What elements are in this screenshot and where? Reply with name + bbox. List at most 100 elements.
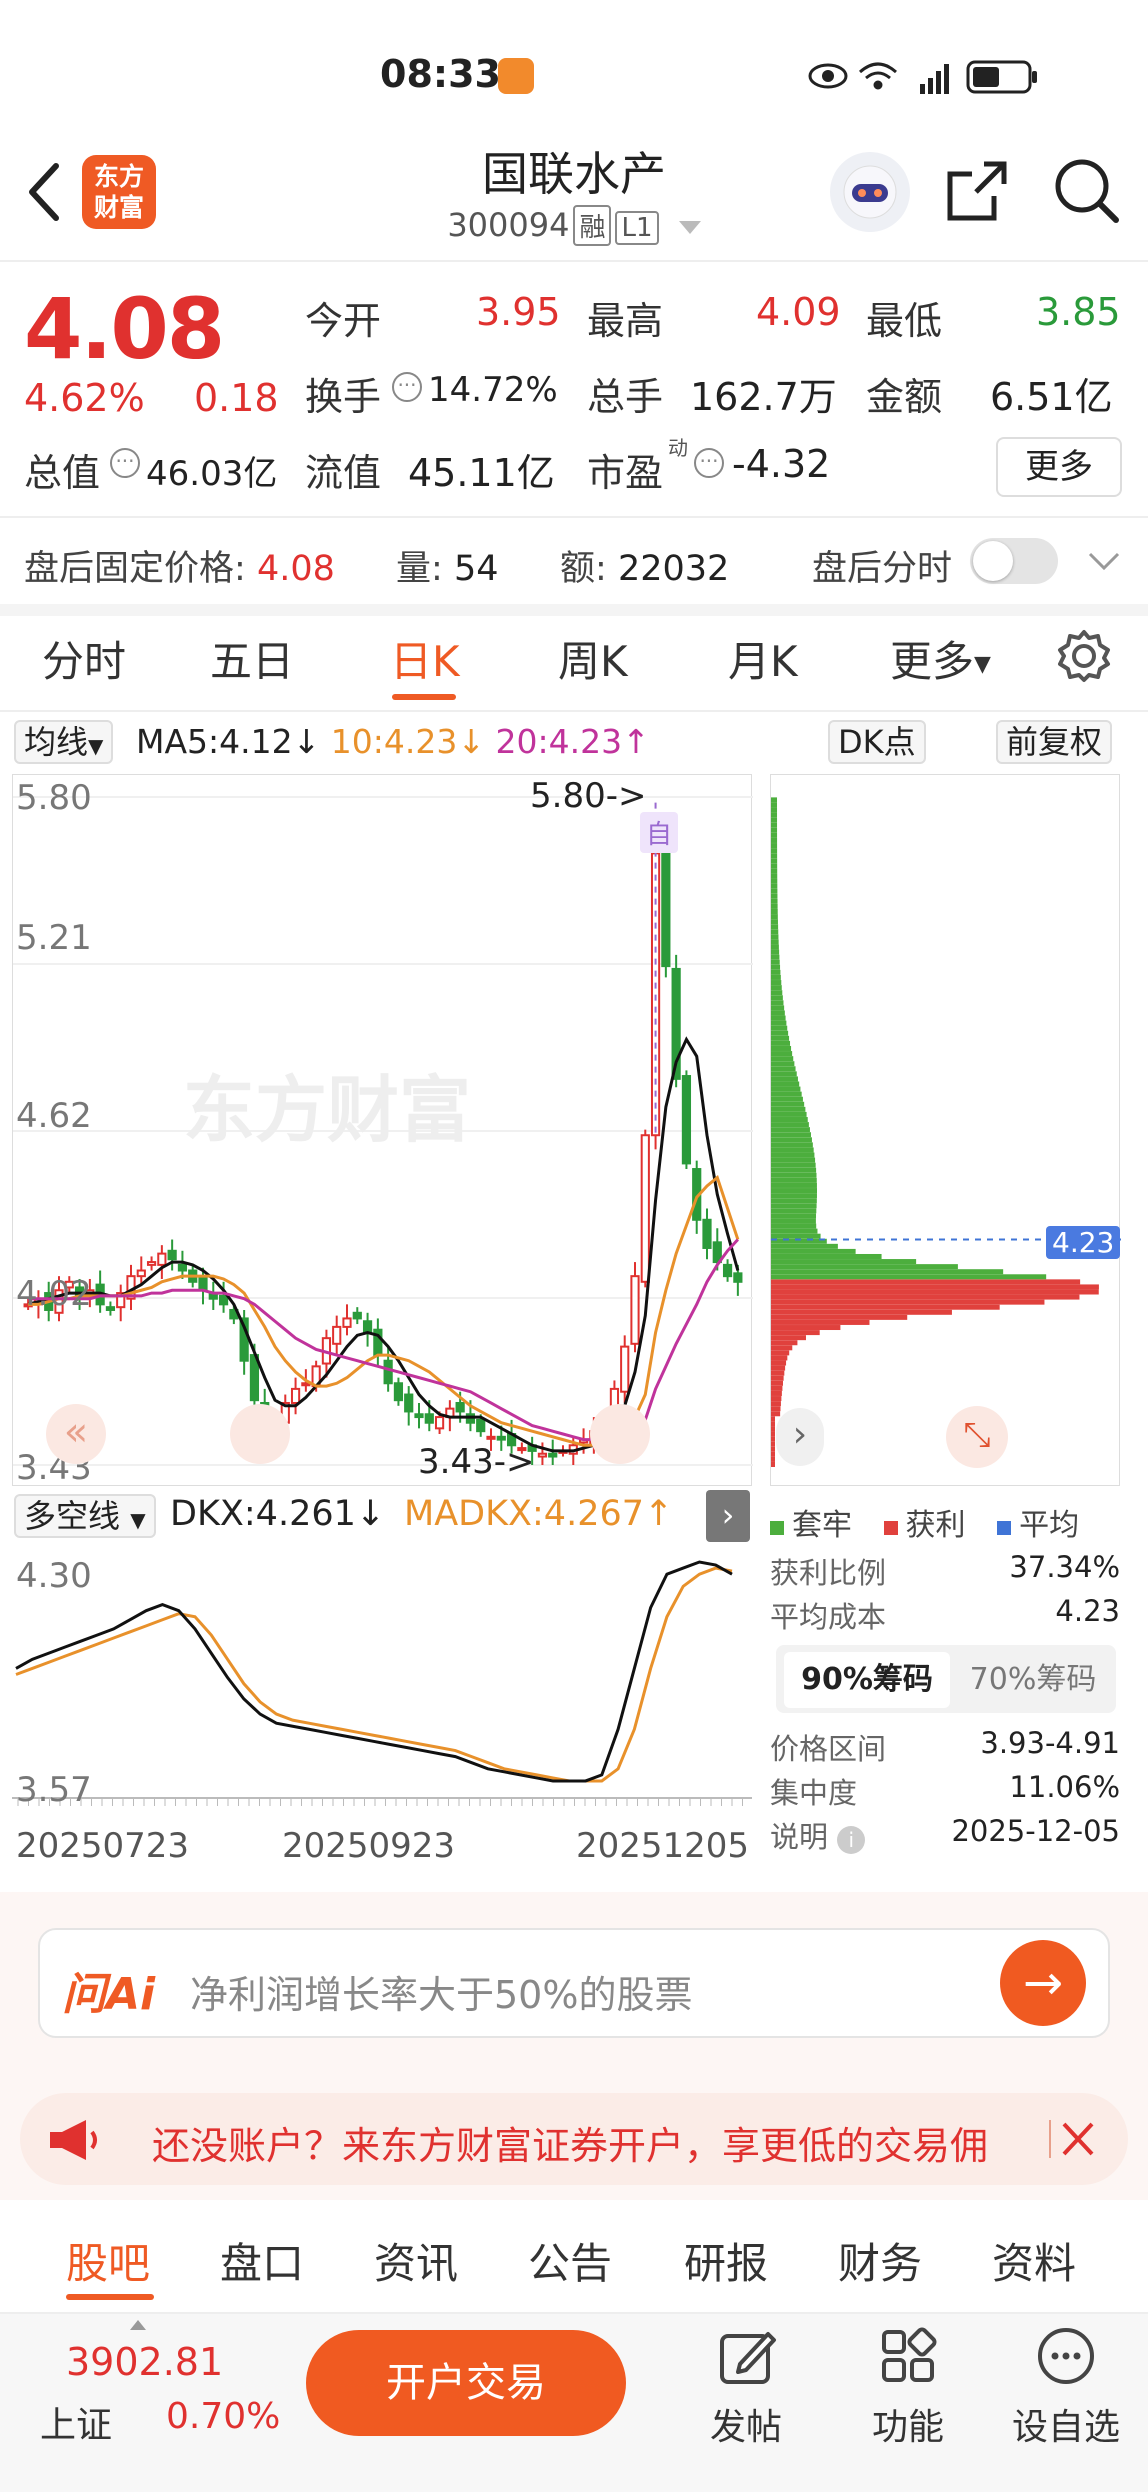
kline-chart[interactable]: 东方财富	[12, 774, 753, 1486]
chip-bar-trapped	[771, 1010, 785, 1016]
min-price-marker: 3.43->	[418, 1442, 535, 1482]
y-tick-3: 4.02	[16, 1274, 92, 1314]
chip-bar-profit	[771, 1385, 783, 1391]
tab-orderbook[interactable]: 盘口	[220, 2230, 304, 2291]
chip-bar-trapped	[771, 1188, 818, 1194]
tab-finance[interactable]: 财务	[838, 2230, 922, 2291]
zoom-in-icon[interactable]	[590, 1404, 650, 1464]
chart-settings-gear-icon[interactable]	[1056, 628, 1112, 688]
scroll-left-icon[interactable]: «	[46, 1404, 106, 1464]
ma20-value: 20:4.23↑	[495, 722, 650, 761]
chip-bar-trapped	[771, 1152, 815, 1158]
tab-intraday[interactable]: 分时	[42, 628, 126, 689]
tab-monthly-k[interactable]: 月K	[728, 628, 798, 689]
last-price: 4.08	[24, 280, 225, 378]
chip-bar-trapped	[771, 868, 778, 874]
chip-bar-trapped	[771, 1228, 818, 1234]
zoom-out-icon[interactable]	[230, 1404, 290, 1464]
search-icon[interactable]	[1052, 156, 1122, 230]
add-watchlist-icon[interactable]	[1036, 2326, 1096, 2390]
index-name[interactable]: 上证	[40, 2396, 112, 2448]
ai-search-placeholder[interactable]: 净利润增长率大于50%的股票	[190, 1964, 692, 2019]
tab-announcements[interactable]: 公告	[528, 2230, 612, 2291]
index-change[interactable]: 0.70%	[166, 2396, 280, 2437]
note-row[interactable]: 说明 i 2025-12-05	[770, 1814, 1120, 1856]
candle-body	[301, 1382, 311, 1387]
chip-bar-trapped	[771, 1177, 817, 1183]
ai-submit-arrow-icon[interactable]: →	[1000, 1940, 1086, 2026]
tab-profile[interactable]: 资料	[992, 2230, 1076, 2291]
dk-point-button[interactable]: DK点	[828, 720, 926, 764]
ma-selector[interactable]: 均线▼	[14, 720, 114, 764]
chip-bar-trapped	[771, 1213, 817, 1219]
robot-assistant-icon[interactable]	[830, 152, 910, 232]
chip-bar-trapped	[771, 853, 778, 859]
quote-divider	[0, 516, 1148, 518]
chip-bar-trapped	[771, 1122, 809, 1128]
chip-bar-profit	[771, 1309, 952, 1315]
banner-close-icon[interactable]	[1048, 2114, 1098, 2168]
indicator-next-icon[interactable]: ›	[706, 1490, 750, 1542]
chip-bar-trapped	[771, 858, 778, 864]
chip-bar-trapped	[771, 1096, 803, 1102]
floatcap-value: 45.11亿	[408, 451, 555, 495]
post-label[interactable]: 发帖	[710, 2398, 782, 2450]
battery-icon	[966, 60, 1037, 94]
ah-price: 4.08	[256, 549, 335, 589]
functions-grid-icon[interactable]	[878, 2326, 938, 2390]
tab-daily-k[interactable]: 日K	[390, 628, 460, 689]
tab-five-day[interactable]: 五日	[210, 628, 294, 689]
more-button[interactable]: 更多	[996, 437, 1122, 497]
ah-price-label: 盘后固定价格:	[24, 549, 246, 589]
info-icon[interactable]: ···	[110, 448, 140, 478]
chip-bar-trapped	[771, 1264, 958, 1270]
indicator-selector[interactable]: 多空线 ▼	[14, 1494, 156, 1538]
tab-research[interactable]: 研报	[684, 2230, 768, 2291]
chip-bar-trapped	[771, 1045, 792, 1051]
info-icon[interactable]: ···	[392, 372, 422, 402]
madkx-value: MADKX:4.267↑	[404, 1494, 674, 1534]
tab-news[interactable]: 资讯	[374, 2230, 458, 2291]
chip-bar-trapped	[771, 995, 783, 1001]
candle-body	[146, 1261, 157, 1266]
chip-bar-trapped	[771, 985, 782, 991]
chip-bar-trapped	[771, 817, 778, 823]
expand-chevron-icon[interactable]	[1086, 546, 1122, 580]
chip-bar-profit	[771, 1441, 775, 1447]
tab-more[interactable]: 更多▼	[890, 628, 991, 689]
self-select-marker: 自	[640, 812, 679, 853]
status-icons	[808, 54, 1078, 102]
chip-bar-profit	[771, 1299, 1045, 1305]
chip-bar-trapped	[771, 1061, 795, 1067]
chip-bar-trapped	[771, 939, 779, 945]
app-screen: 08:33 东方 财富 国联水产 300094 融 L1 4.08 4.62% 0.1…	[0, 0, 1148, 2492]
tab-70-chip[interactable]: 70%筹码	[958, 1652, 1108, 1708]
chip-bar-profit	[771, 1350, 790, 1356]
chip-distribution[interactable]	[770, 774, 1121, 1486]
tab-forum[interactable]: 股吧	[66, 2230, 150, 2291]
info-icon[interactable]: ···	[694, 448, 724, 478]
chip-next-icon[interactable]: ›	[776, 1408, 824, 1466]
chip-bar-trapped	[771, 883, 778, 889]
banner-text[interactable]: 还没账户？来东方财富证券开户，享更低的交易佣	[152, 2115, 988, 2170]
tab-weekly-k[interactable]: 周K	[558, 628, 628, 689]
dk-chart[interactable]	[12, 1548, 752, 1812]
date-tick-1: 20250923	[282, 1826, 456, 1866]
chip-bar-profit	[771, 1456, 775, 1462]
megaphone-icon	[44, 2116, 104, 2168]
add-watchlist-label[interactable]: 设自选	[1012, 2398, 1120, 2450]
chip-bar-trapped	[771, 1025, 788, 1031]
functions-label[interactable]: 功能	[872, 2398, 944, 2450]
post-edit-icon[interactable]	[718, 2326, 778, 2390]
price-adjust-button[interactable]: 前复权	[996, 720, 1113, 764]
chip-bar-trapped	[771, 873, 778, 879]
chip-expand-icon[interactable]: ⤡	[946, 1406, 1008, 1468]
pe-label: 市盈	[587, 451, 664, 495]
header-divider	[0, 260, 1148, 262]
ah-intraday-toggle[interactable]	[970, 538, 1058, 584]
share-icon[interactable]	[944, 158, 1010, 228]
chip-bar-trapped	[771, 1193, 817, 1199]
open-account-trade-button[interactable]: 开户交易	[306, 2330, 626, 2436]
index-value[interactable]: 3902.81	[66, 2340, 223, 2384]
tab-90-chip[interactable]: 90%筹码	[784, 1652, 950, 1708]
